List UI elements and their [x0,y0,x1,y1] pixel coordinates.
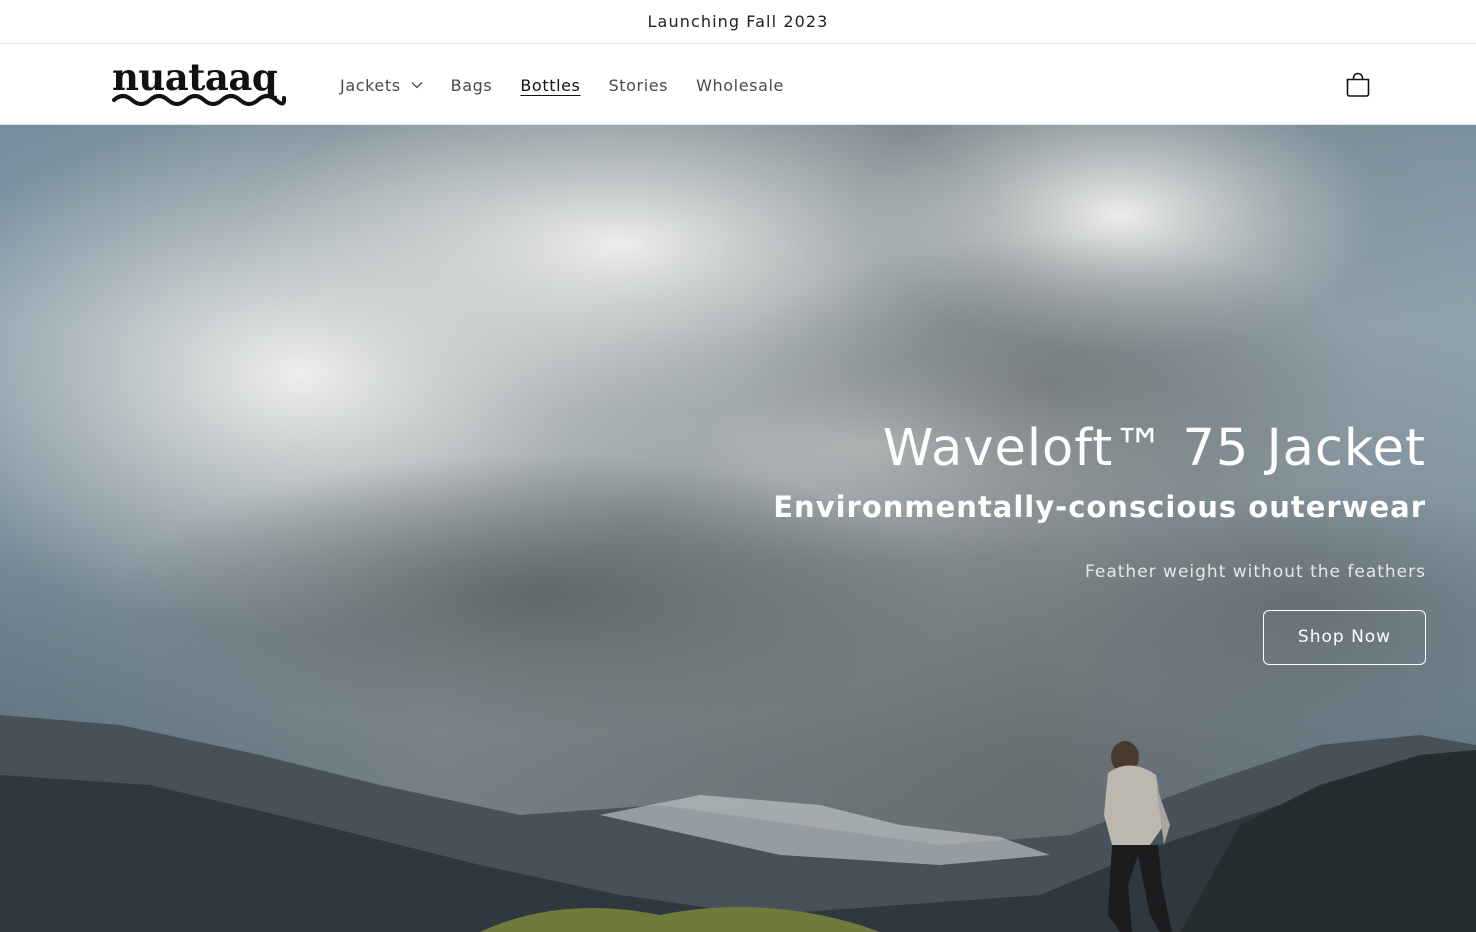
logo[interactable]: nuataaq [112,55,288,111]
site-header: nuataaq Jackets Bags Bottles Stories Who… [0,45,1476,125]
announcement-text: Launching Fall 2023 [647,12,829,31]
cart-icon [1346,72,1370,97]
main-nav: Jackets Bags Bottles Stories Wholesale [340,45,812,125]
cart-button[interactable] [1345,72,1371,98]
shop-now-button[interactable]: Shop Now [1263,610,1426,665]
nav-item-stories[interactable]: Stories [609,76,669,95]
nav-item-label: Jackets [340,75,401,95]
nav-item-label: Bags [450,75,493,95]
nav-item-label: Wholesale [696,75,784,95]
logo-wave-icon [112,94,286,106]
announcement-bar: Launching Fall 2023 [0,0,1476,44]
nav-item-bags[interactable]: Bags [451,76,493,95]
hero-tagline: Feather weight without the feathers [1085,562,1426,582]
nav-item-label: Bottles [520,75,581,95]
hero-content: Waveloft™ 75 Jacket Environmentally-cons… [773,415,1426,665]
hero-title: Waveloft™ 75 Jacket [882,419,1426,478]
nav-item-label: Stories [608,75,669,95]
chevron-down-icon [411,82,423,89]
nav-item-jackets[interactable]: Jackets [340,76,423,95]
hero-subtitle: Environmentally-conscious outerwear [773,490,1426,524]
nav-item-bottles[interactable]: Bottles [520,76,580,95]
hero-banner: Waveloft™ 75 Jacket Environmentally-cons… [0,125,1476,932]
nav-item-wholesale[interactable]: Wholesale [696,76,784,95]
